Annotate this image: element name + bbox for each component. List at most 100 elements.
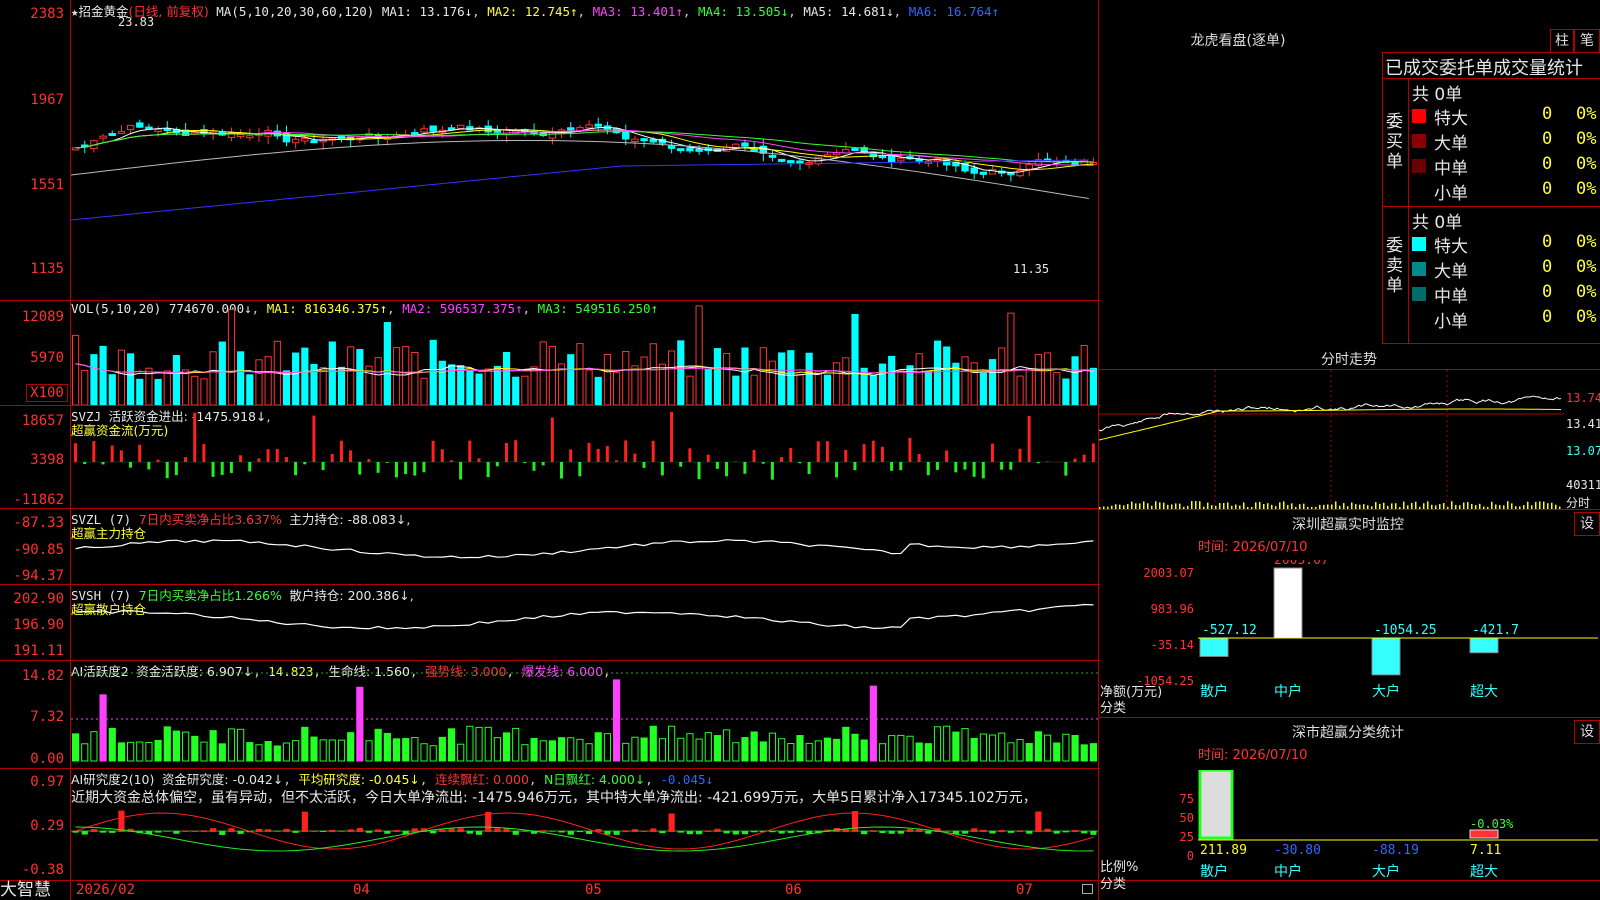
activity-chart[interactable] [71,661,1098,768]
activity-bar [750,731,758,762]
brand-logo[interactable]: 大智慧 [0,881,51,900]
x-label: 07 [1016,882,1033,898]
flow-bar [174,462,178,476]
order-row-pct: 0% [1576,154,1597,174]
intraday-vol-bar [1539,501,1541,509]
flow-bar [202,444,206,462]
y-label: 1551 [30,177,64,193]
volume-bar [328,341,336,405]
research-bar [292,831,299,833]
activity-bar [823,737,832,762]
candle-body [126,124,135,131]
y-label: 196.90 [13,617,64,633]
volume-bar [778,352,786,405]
volume-bar [1080,345,1088,405]
sz-monitor-chart[interactable]: -527.12 散户 2003.07 中户 -1054.25 大户 -421.7 超大 [1198,560,1598,700]
candle-body [897,157,905,162]
activity-bar [658,738,667,762]
sc-settings-button[interactable]: 设 [1574,720,1600,744]
activity-bar [988,734,997,762]
research-chart[interactable] [71,769,1098,880]
research-bar [906,828,914,832]
candle-body [649,138,657,143]
vol-unit-button[interactable]: X100 [26,384,68,402]
flow-bar [284,457,288,462]
research-bar [155,831,162,833]
legend-swatch [1412,287,1426,301]
activity-bar [869,685,877,762]
flow-bar [917,454,921,462]
research-bar [512,831,519,835]
intraday-chart[interactable] [1099,370,1564,509]
fs-y-label: 13.41 [1566,417,1600,431]
lock-icon[interactable] [1082,884,1093,894]
volume-bar [943,346,951,405]
volume-bar [1016,375,1024,405]
activity-bar [557,737,566,762]
research-bar [613,831,620,835]
activity-bar [860,739,868,762]
retail-holding-chart[interactable] [71,585,1098,660]
flow-bar [633,453,637,462]
intraday-vol-bar [1543,501,1545,509]
candle-body [99,135,107,139]
research-bar [81,831,88,835]
flow-bar [449,460,453,462]
research-bar [310,830,318,832]
activity-bar [649,725,657,762]
fund-flow-chart[interactable] [71,406,1098,508]
activity-bar [145,741,153,762]
sc-category-label: 中户 [1274,863,1302,880]
sz-bar [1371,637,1401,676]
flow-bar [330,453,334,462]
sz-settings-button[interactable]: 设 [1574,512,1600,536]
volume-bar [631,365,639,405]
activity-bar [301,726,309,762]
flow-bar [559,462,563,479]
candle-body [787,160,795,164]
volume-bar [374,357,382,405]
flow-bar [367,459,371,462]
flow-bar [734,461,738,462]
fs-y-label: 13.07 [1566,444,1600,458]
flow-bar [660,462,664,476]
flow-bar [138,444,142,462]
research-bar [567,831,574,835]
candle-body [301,137,309,142]
volume-bar [915,353,923,405]
flow-bar [670,411,674,462]
kline-chart[interactable] [71,0,1098,300]
research-bar [796,831,804,833]
research-bar [631,829,639,832]
activity-bar [640,737,648,762]
sc-y-label: 50 [1179,811,1194,825]
legend-swatch [1412,237,1426,251]
flow-bar [266,449,270,462]
tab-tick[interactable]: 笔 [1574,29,1600,53]
volume-bar [209,351,217,405]
activity-bar [897,734,905,762]
flow-bar [981,462,985,479]
flow-bar [358,462,362,475]
volume-bar [1089,367,1098,405]
tab-bar-chart[interactable]: 柱 [1550,29,1574,53]
volume-bar [191,375,199,405]
activity-bar [778,738,786,762]
y-label: 18657 [21,413,64,429]
y-label: 12089 [21,309,64,325]
volume-bar [640,356,648,405]
volume-bar [301,347,309,405]
flow-bar [935,462,939,470]
sc-stats-chart[interactable]: -0.03% 211.89 散户 -30.80 中户 -88.19 大户 7.11 超大 [1198,770,1598,900]
main-holding-chart[interactable] [71,509,1098,584]
volume-bar [530,366,538,405]
intraday-vol-bar [1415,501,1417,509]
volume-bar [686,375,694,405]
volume-chart[interactable] [71,301,1098,405]
research-bar [604,831,611,835]
flow-bar [486,462,490,478]
intraday-vol-bar [1527,501,1529,509]
flow-bar [257,458,261,462]
flow-bar [605,446,609,462]
flow-bar [761,462,765,464]
